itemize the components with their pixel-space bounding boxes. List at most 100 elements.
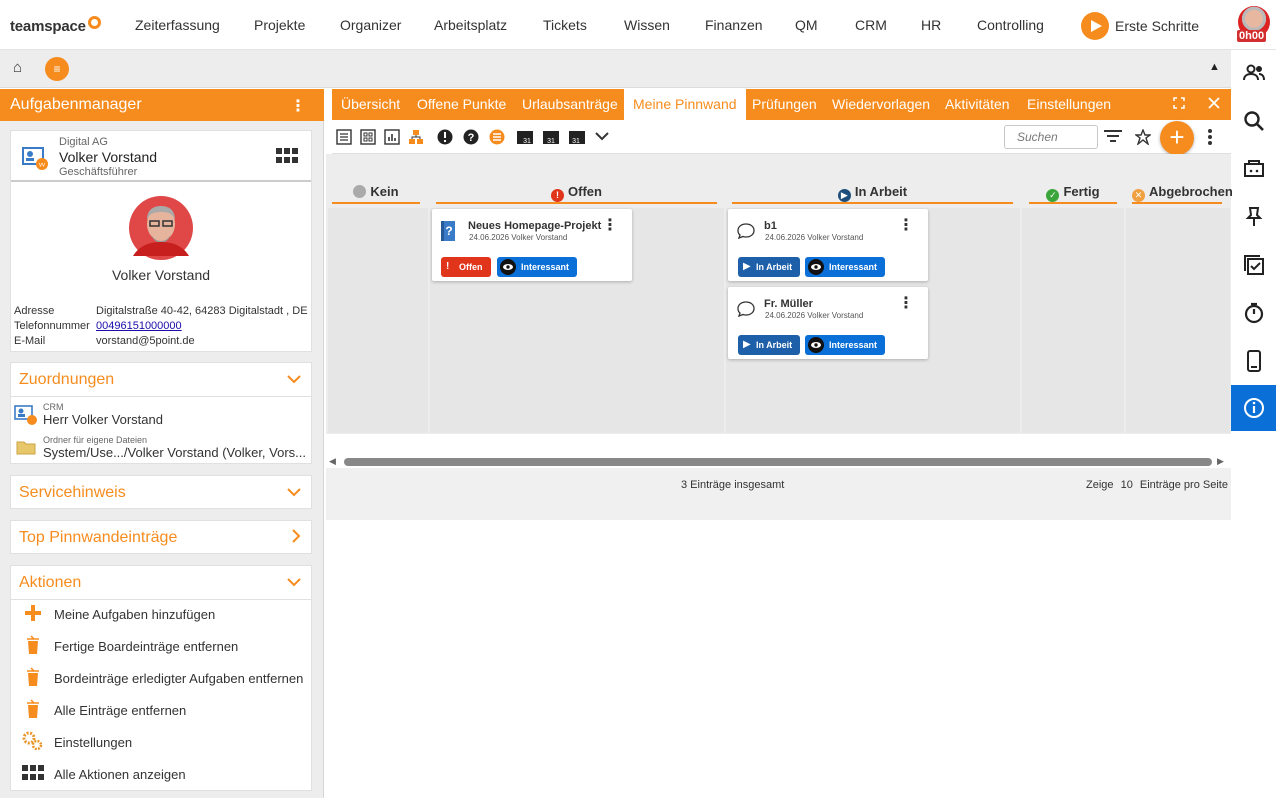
scrollbar-thumb[interactable] bbox=[344, 458, 1212, 466]
servicehinweis-card[interactable]: Servicehinweis bbox=[10, 475, 312, 509]
calendar-week-icon[interactable]: 31 bbox=[542, 129, 559, 145]
tab-aktivitaeten[interactable]: Aktivitäten bbox=[936, 89, 1019, 120]
nav-item-finanzen[interactable]: Finanzen bbox=[705, 17, 763, 33]
nav-item-hr[interactable]: HR bbox=[921, 17, 941, 33]
page-size-select[interactable]: 10 bbox=[1121, 479, 1133, 491]
nav-item-controlling[interactable]: Controlling bbox=[977, 17, 1044, 33]
tab-einstellungen[interactable]: Einstellungen bbox=[1018, 89, 1120, 120]
card-meta: 24.06.2026 Volker Vorstand bbox=[765, 311, 864, 320]
column-header-fertig: ✓ Fertig bbox=[1029, 184, 1117, 204]
tag-badge[interactable]: Interessant bbox=[805, 335, 886, 355]
status-badge[interactable]: ! Offen bbox=[441, 257, 491, 277]
user-avatar[interactable]: 0h00 bbox=[1237, 6, 1272, 44]
top-pinnwand-title: Top Pinnwandeinträge bbox=[19, 529, 178, 546]
calendar-month-icon[interactable]: 31 bbox=[568, 129, 585, 145]
card-menu-icon[interactable]: ⋮ bbox=[898, 296, 914, 312]
search-icon[interactable] bbox=[1231, 98, 1276, 144]
zuordnungen-title: Zuordnungen bbox=[19, 371, 115, 388]
nav-item-projekte[interactable]: Projekte bbox=[254, 17, 305, 33]
right-sidebar bbox=[1231, 50, 1276, 798]
nav-item-organizer[interactable]: Organizer bbox=[340, 17, 401, 33]
priority-icon[interactable] bbox=[437, 129, 453, 145]
action-remove-finished[interactable]: Fertige Boardeinträge entfernen bbox=[10, 634, 239, 657]
board-card[interactable]: b1 24.06.2026 Volker Vorstand ⋮ ▶ In Arbe… bbox=[728, 209, 928, 281]
tab-meine-pinnwand[interactable]: Meine Pinnwand bbox=[624, 89, 746, 120]
status-badge[interactable]: ▶ In Arbeit bbox=[738, 257, 801, 277]
zuordnungen-header[interactable]: Zuordnungen bbox=[11, 363, 311, 397]
tile-view-icon[interactable] bbox=[360, 129, 376, 145]
nav-item-crm[interactable]: CRM bbox=[855, 17, 887, 33]
action-remove-done-tasks[interactable]: Bordeinträge erledigter Aufgaben entfern… bbox=[10, 666, 303, 689]
card-menu-icon[interactable]: ⋮ bbox=[898, 218, 914, 234]
column-header-offen: ! Offen bbox=[436, 184, 717, 204]
horizontal-scrollbar[interactable]: ◀ ▶ bbox=[326, 454, 1231, 468]
chevron-right-icon bbox=[291, 529, 301, 546]
tab-wiedervorlagen[interactable]: Wiedervorlagen bbox=[823, 89, 939, 120]
help-icon[interactable]: ? bbox=[463, 129, 479, 145]
tab-offene-punkte[interactable]: Offene Punkte bbox=[408, 89, 515, 120]
erste-schritte-button[interactable]: Erste Schritte bbox=[1081, 12, 1199, 40]
apps-grid-icon[interactable] bbox=[276, 148, 298, 164]
task-list-icon[interactable] bbox=[1231, 242, 1276, 288]
scroll-left-icon[interactable]: ◀ bbox=[329, 456, 336, 467]
collapse-up-icon[interactable]: ▲ bbox=[1209, 61, 1220, 73]
aktionen-header[interactable]: Aktionen bbox=[11, 566, 311, 600]
fullscreen-icon[interactable] bbox=[1173, 96, 1185, 112]
action-label: Fertige Boardeinträge entfernen bbox=[54, 638, 239, 654]
tab-uebersicht[interactable]: Übersicht bbox=[332, 89, 409, 120]
action-show-all[interactable]: Alle Aktionen anzeigen bbox=[10, 763, 186, 785]
nav-item-wissen[interactable]: Wissen bbox=[624, 17, 670, 33]
scroll-right-icon[interactable]: ▶ bbox=[1217, 456, 1224, 467]
search-input[interactable]: Suchen bbox=[1004, 125, 1098, 149]
info-icon[interactable] bbox=[1231, 385, 1276, 431]
nav-item-arbeitsplatz[interactable]: Arbeitsplatz bbox=[434, 17, 507, 33]
teamspace-logo[interactable]: teamspace bbox=[10, 16, 101, 35]
board-card[interactable]: Fr. Müller 24.06.2026 Volker Vorstand ⋮ … bbox=[728, 287, 928, 359]
nav-item-qm[interactable]: QM bbox=[795, 17, 818, 33]
calendar-day-icon[interactable]: 31 bbox=[516, 129, 533, 145]
chart-view-icon[interactable] bbox=[384, 129, 400, 145]
panel-menu-icon[interactable]: ⋮ bbox=[290, 96, 306, 116]
more-options-icon[interactable] bbox=[1202, 129, 1218, 145]
status-badge[interactable]: ▶ In Arbeit bbox=[738, 335, 801, 355]
tag-badge[interactable]: Interessant bbox=[497, 257, 578, 277]
crm-link[interactable]: Herr Volker Vorstand bbox=[43, 412, 163, 427]
action-settings[interactable]: Einstellungen bbox=[10, 731, 132, 753]
inbox-icon[interactable] bbox=[1231, 146, 1276, 192]
phone-link[interactable]: 00496151000000 bbox=[96, 320, 182, 332]
chevron-down-icon[interactable] bbox=[594, 129, 610, 145]
tab-pruefungen[interactable]: Prüfungen bbox=[743, 89, 826, 120]
status-cancelled-icon: ✕ bbox=[1132, 189, 1145, 202]
pin-icon[interactable] bbox=[1231, 194, 1276, 240]
home-icon[interactable]: ⌂ bbox=[13, 59, 22, 76]
star-icon[interactable] bbox=[1133, 128, 1153, 147]
tag-badge[interactable]: Interessant bbox=[805, 257, 886, 277]
zuordnungen-card: Zuordnungen CRM Herr Volker Vorstand Ord… bbox=[10, 362, 312, 464]
column-header-in-arbeit: ▶ In Arbeit bbox=[732, 184, 1013, 204]
hierarchy-icon[interactable] bbox=[408, 129, 424, 145]
filter-icon[interactable] bbox=[1103, 129, 1123, 145]
tab-urlaubsantraege[interactable]: Urlaubsanträge bbox=[513, 89, 627, 120]
add-entry-button[interactable]: + bbox=[1160, 121, 1194, 155]
mobile-icon[interactable] bbox=[1231, 338, 1276, 384]
nav-item-tickets[interactable]: Tickets bbox=[543, 17, 587, 33]
action-remove-all[interactable]: Alle Einträge entfernen bbox=[10, 698, 186, 721]
menu-toggle-icon[interactable]: ≡ bbox=[45, 57, 69, 81]
exclamation-icon: ! bbox=[446, 261, 450, 272]
contacts-icon[interactable] bbox=[1231, 50, 1276, 96]
top-pinnwand-card[interactable]: Top Pinnwandeinträge bbox=[10, 520, 312, 554]
stack-icon[interactable] bbox=[489, 129, 505, 145]
svg-text:vv: vv bbox=[39, 163, 45, 169]
board-card[interactable]: ? Neues Homepage-Projekt 24.06.2026 Volk… bbox=[432, 209, 632, 281]
nav-item-zeiterfassung[interactable]: Zeiterfassung bbox=[135, 17, 220, 33]
action-add-tasks[interactable]: Meine Aufgaben hinzufügen bbox=[10, 603, 215, 625]
folder-link[interactable]: System/Use.../Volker Vorstand (Volker, V… bbox=[43, 445, 306, 460]
card-title: Fr. Müller bbox=[764, 298, 813, 310]
timer-badge: 0h00 bbox=[1237, 30, 1267, 42]
crm-contact-icon bbox=[14, 405, 37, 425]
close-icon[interactable] bbox=[1208, 96, 1220, 112]
list-view-icon[interactable] bbox=[336, 129, 352, 145]
timer-icon[interactable] bbox=[1231, 290, 1276, 336]
status-in-progress-icon: ▶ bbox=[837, 189, 851, 202]
card-menu-icon[interactable]: ⋮ bbox=[602, 218, 618, 234]
